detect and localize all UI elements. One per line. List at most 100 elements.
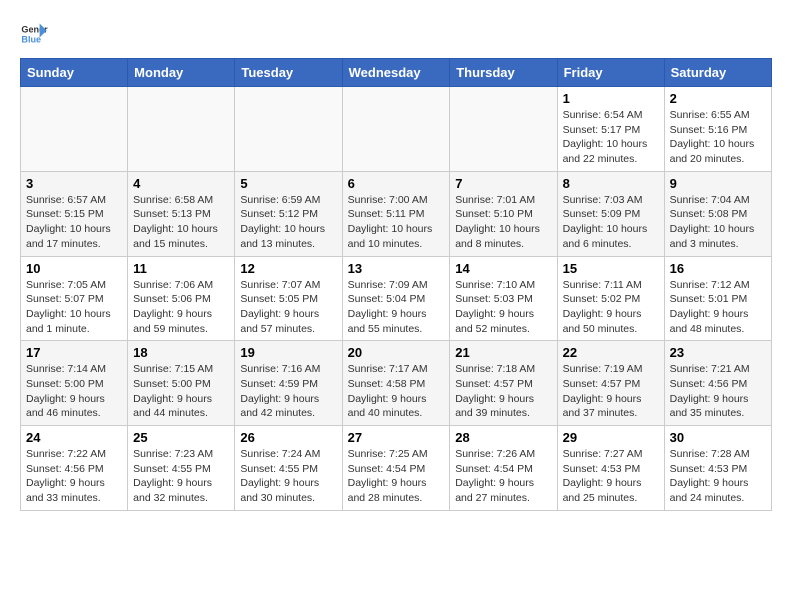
calendar-cell: 5 Sunrise: 6:59 AMSunset: 5:12 PMDaylight… xyxy=(235,171,342,256)
day-info: Sunrise: 7:15 AMSunset: 5:00 PMDaylight:… xyxy=(133,362,229,421)
calendar-cell: 25 Sunrise: 7:23 AMSunset: 4:55 PMDayligh… xyxy=(128,426,235,511)
calendar-week-1: 1 Sunrise: 6:54 AMSunset: 5:17 PMDaylight… xyxy=(21,87,772,172)
day-info: Sunrise: 7:07 AMSunset: 5:05 PMDaylight:… xyxy=(240,278,336,337)
day-number: 23 xyxy=(670,345,766,360)
day-info: Sunrise: 7:04 AMSunset: 5:08 PMDaylight:… xyxy=(670,193,766,252)
calendar-cell: 26Sunrise: 7:24 AMSunset: 4:55 PMDayligh… xyxy=(235,426,342,511)
day-info: Sunrise: 7:05 AMSunset: 5:07 PMDaylight:… xyxy=(26,278,122,337)
day-info: Sunrise: 7:27 AMSunset: 4:53 PMDaylight:… xyxy=(563,447,659,506)
calendar-week-5: 24 Sunrise: 7:22 AMSunset: 4:56 PMDayligh… xyxy=(21,426,772,511)
calendar-cell: 15 Sunrise: 7:11 AMSunset: 5:02 PMDayligh… xyxy=(557,256,664,341)
day-number: 21 xyxy=(455,345,551,360)
day-number: 12 xyxy=(240,261,336,276)
day-info: Sunrise: 7:17 AMSunset: 4:58 PMDaylight:… xyxy=(348,362,445,421)
day-number: 27 xyxy=(348,430,445,445)
calendar-cell: 11Sunrise: 7:06 AMSunset: 5:06 PMDayligh… xyxy=(128,256,235,341)
calendar-cell: 17 Sunrise: 7:14 AMSunset: 5:00 PMDayligh… xyxy=(21,341,128,426)
calendar-cell: 12 Sunrise: 7:07 AMSunset: 5:05 PMDayligh… xyxy=(235,256,342,341)
day-number: 30 xyxy=(670,430,766,445)
day-info: Sunrise: 7:03 AMSunset: 5:09 PMDaylight:… xyxy=(563,193,659,252)
calendar-cell: 13Sunrise: 7:09 AMSunset: 5:04 PMDayligh… xyxy=(342,256,450,341)
day-info: Sunrise: 7:00 AMSunset: 5:11 PMDaylight:… xyxy=(348,193,445,252)
day-info: Sunrise: 6:55 AMSunset: 5:16 PMDaylight:… xyxy=(670,108,766,167)
calendar-cell: 2 Sunrise: 6:55 AMSunset: 5:16 PMDaylight… xyxy=(664,87,771,172)
calendar-cell: 20 Sunrise: 7:17 AMSunset: 4:58 PMDayligh… xyxy=(342,341,450,426)
calendar-cell: 6 Sunrise: 7:00 AMSunset: 5:11 PMDaylight… xyxy=(342,171,450,256)
calendar-cell: 27 Sunrise: 7:25 AMSunset: 4:54 PMDayligh… xyxy=(342,426,450,511)
day-number: 20 xyxy=(348,345,445,360)
calendar-week-3: 10 Sunrise: 7:05 AMSunset: 5:07 PMDayligh… xyxy=(21,256,772,341)
day-info: Sunrise: 6:59 AMSunset: 5:12 PMDaylight:… xyxy=(240,193,336,252)
day-number: 26 xyxy=(240,430,336,445)
day-header-tuesday: Tuesday xyxy=(235,59,342,87)
day-number: 8 xyxy=(563,176,659,191)
day-info: Sunrise: 7:11 AMSunset: 5:02 PMDaylight:… xyxy=(563,278,659,337)
calendar-cell: 22Sunrise: 7:19 AMSunset: 4:57 PMDayligh… xyxy=(557,341,664,426)
day-info: Sunrise: 7:25 AMSunset: 4:54 PMDaylight:… xyxy=(348,447,445,506)
calendar-cell: 3 Sunrise: 6:57 AMSunset: 5:15 PMDaylight… xyxy=(21,171,128,256)
day-number: 11 xyxy=(133,261,229,276)
day-info: Sunrise: 7:19 AMSunset: 4:57 PMDaylight:… xyxy=(563,362,659,421)
calendar-cell: 9 Sunrise: 7:04 AMSunset: 5:08 PMDaylight… xyxy=(664,171,771,256)
day-info: Sunrise: 7:28 AMSunset: 4:53 PMDaylight:… xyxy=(670,447,766,506)
day-number: 24 xyxy=(26,430,122,445)
day-number: 1 xyxy=(563,91,659,106)
day-number: 4 xyxy=(133,176,229,191)
calendar-table: SundayMondayTuesdayWednesdayThursdayFrid… xyxy=(20,58,772,511)
day-info: Sunrise: 7:23 AMSunset: 4:55 PMDaylight:… xyxy=(133,447,229,506)
calendar-cell: 8 Sunrise: 7:03 AMSunset: 5:09 PMDaylight… xyxy=(557,171,664,256)
calendar-cell xyxy=(450,87,557,172)
day-number: 13 xyxy=(348,261,445,276)
calendar-cell xyxy=(21,87,128,172)
day-info: Sunrise: 6:58 AMSunset: 5:13 PMDaylight:… xyxy=(133,193,229,252)
day-header-friday: Friday xyxy=(557,59,664,87)
day-number: 25 xyxy=(133,430,229,445)
calendar-body: 1 Sunrise: 6:54 AMSunset: 5:17 PMDaylight… xyxy=(21,87,772,511)
day-number: 2 xyxy=(670,91,766,106)
day-number: 16 xyxy=(670,261,766,276)
day-number: 29 xyxy=(563,430,659,445)
calendar-cell: 24 Sunrise: 7:22 AMSunset: 4:56 PMDayligh… xyxy=(21,426,128,511)
calendar-cell xyxy=(342,87,450,172)
calendar-cell xyxy=(235,87,342,172)
calendar-cell: 14Sunrise: 7:10 AMSunset: 5:03 PMDayligh… xyxy=(450,256,557,341)
calendar-week-4: 17 Sunrise: 7:14 AMSunset: 5:00 PMDayligh… xyxy=(21,341,772,426)
calendar-cell: 18 Sunrise: 7:15 AMSunset: 5:00 PMDayligh… xyxy=(128,341,235,426)
day-number: 9 xyxy=(670,176,766,191)
day-number: 10 xyxy=(26,261,122,276)
day-header-sunday: Sunday xyxy=(21,59,128,87)
day-info: Sunrise: 7:26 AMSunset: 4:54 PMDaylight:… xyxy=(455,447,551,506)
day-number: 17 xyxy=(26,345,122,360)
calendar-cell: 23 Sunrise: 7:21 AMSunset: 4:56 PMDayligh… xyxy=(664,341,771,426)
day-number: 5 xyxy=(240,176,336,191)
day-number: 28 xyxy=(455,430,551,445)
header: General Blue xyxy=(20,20,772,48)
calendar-cell: 16 Sunrise: 7:12 AMSunset: 5:01 PMDayligh… xyxy=(664,256,771,341)
calendar-cell: 21 Sunrise: 7:18 AMSunset: 4:57 PMDayligh… xyxy=(450,341,557,426)
day-info: Sunrise: 6:57 AMSunset: 5:15 PMDaylight:… xyxy=(26,193,122,252)
day-info: Sunrise: 6:54 AMSunset: 5:17 PMDaylight:… xyxy=(563,108,659,167)
day-info: Sunrise: 7:21 AMSunset: 4:56 PMDaylight:… xyxy=(670,362,766,421)
day-info: Sunrise: 7:16 AMSunset: 4:59 PMDaylight:… xyxy=(240,362,336,421)
calendar-header-row: SundayMondayTuesdayWednesdayThursdayFrid… xyxy=(21,59,772,87)
calendar-week-2: 3 Sunrise: 6:57 AMSunset: 5:15 PMDaylight… xyxy=(21,171,772,256)
calendar-cell xyxy=(128,87,235,172)
calendar-cell: 1 Sunrise: 6:54 AMSunset: 5:17 PMDaylight… xyxy=(557,87,664,172)
day-number: 19 xyxy=(240,345,336,360)
day-header-saturday: Saturday xyxy=(664,59,771,87)
svg-text:Blue: Blue xyxy=(21,34,41,44)
day-number: 18 xyxy=(133,345,229,360)
day-info: Sunrise: 7:22 AMSunset: 4:56 PMDaylight:… xyxy=(26,447,122,506)
day-number: 15 xyxy=(563,261,659,276)
day-info: Sunrise: 7:10 AMSunset: 5:03 PMDaylight:… xyxy=(455,278,551,337)
day-header-wednesday: Wednesday xyxy=(342,59,450,87)
day-number: 3 xyxy=(26,176,122,191)
day-info: Sunrise: 7:14 AMSunset: 5:00 PMDaylight:… xyxy=(26,362,122,421)
logo-icon: General Blue xyxy=(20,20,48,48)
day-number: 6 xyxy=(348,176,445,191)
calendar-cell: 4 Sunrise: 6:58 AMSunset: 5:13 PMDaylight… xyxy=(128,171,235,256)
calendar-cell: 10 Sunrise: 7:05 AMSunset: 5:07 PMDayligh… xyxy=(21,256,128,341)
logo: General Blue xyxy=(20,20,52,48)
day-info: Sunrise: 7:12 AMSunset: 5:01 PMDaylight:… xyxy=(670,278,766,337)
day-info: Sunrise: 7:18 AMSunset: 4:57 PMDaylight:… xyxy=(455,362,551,421)
